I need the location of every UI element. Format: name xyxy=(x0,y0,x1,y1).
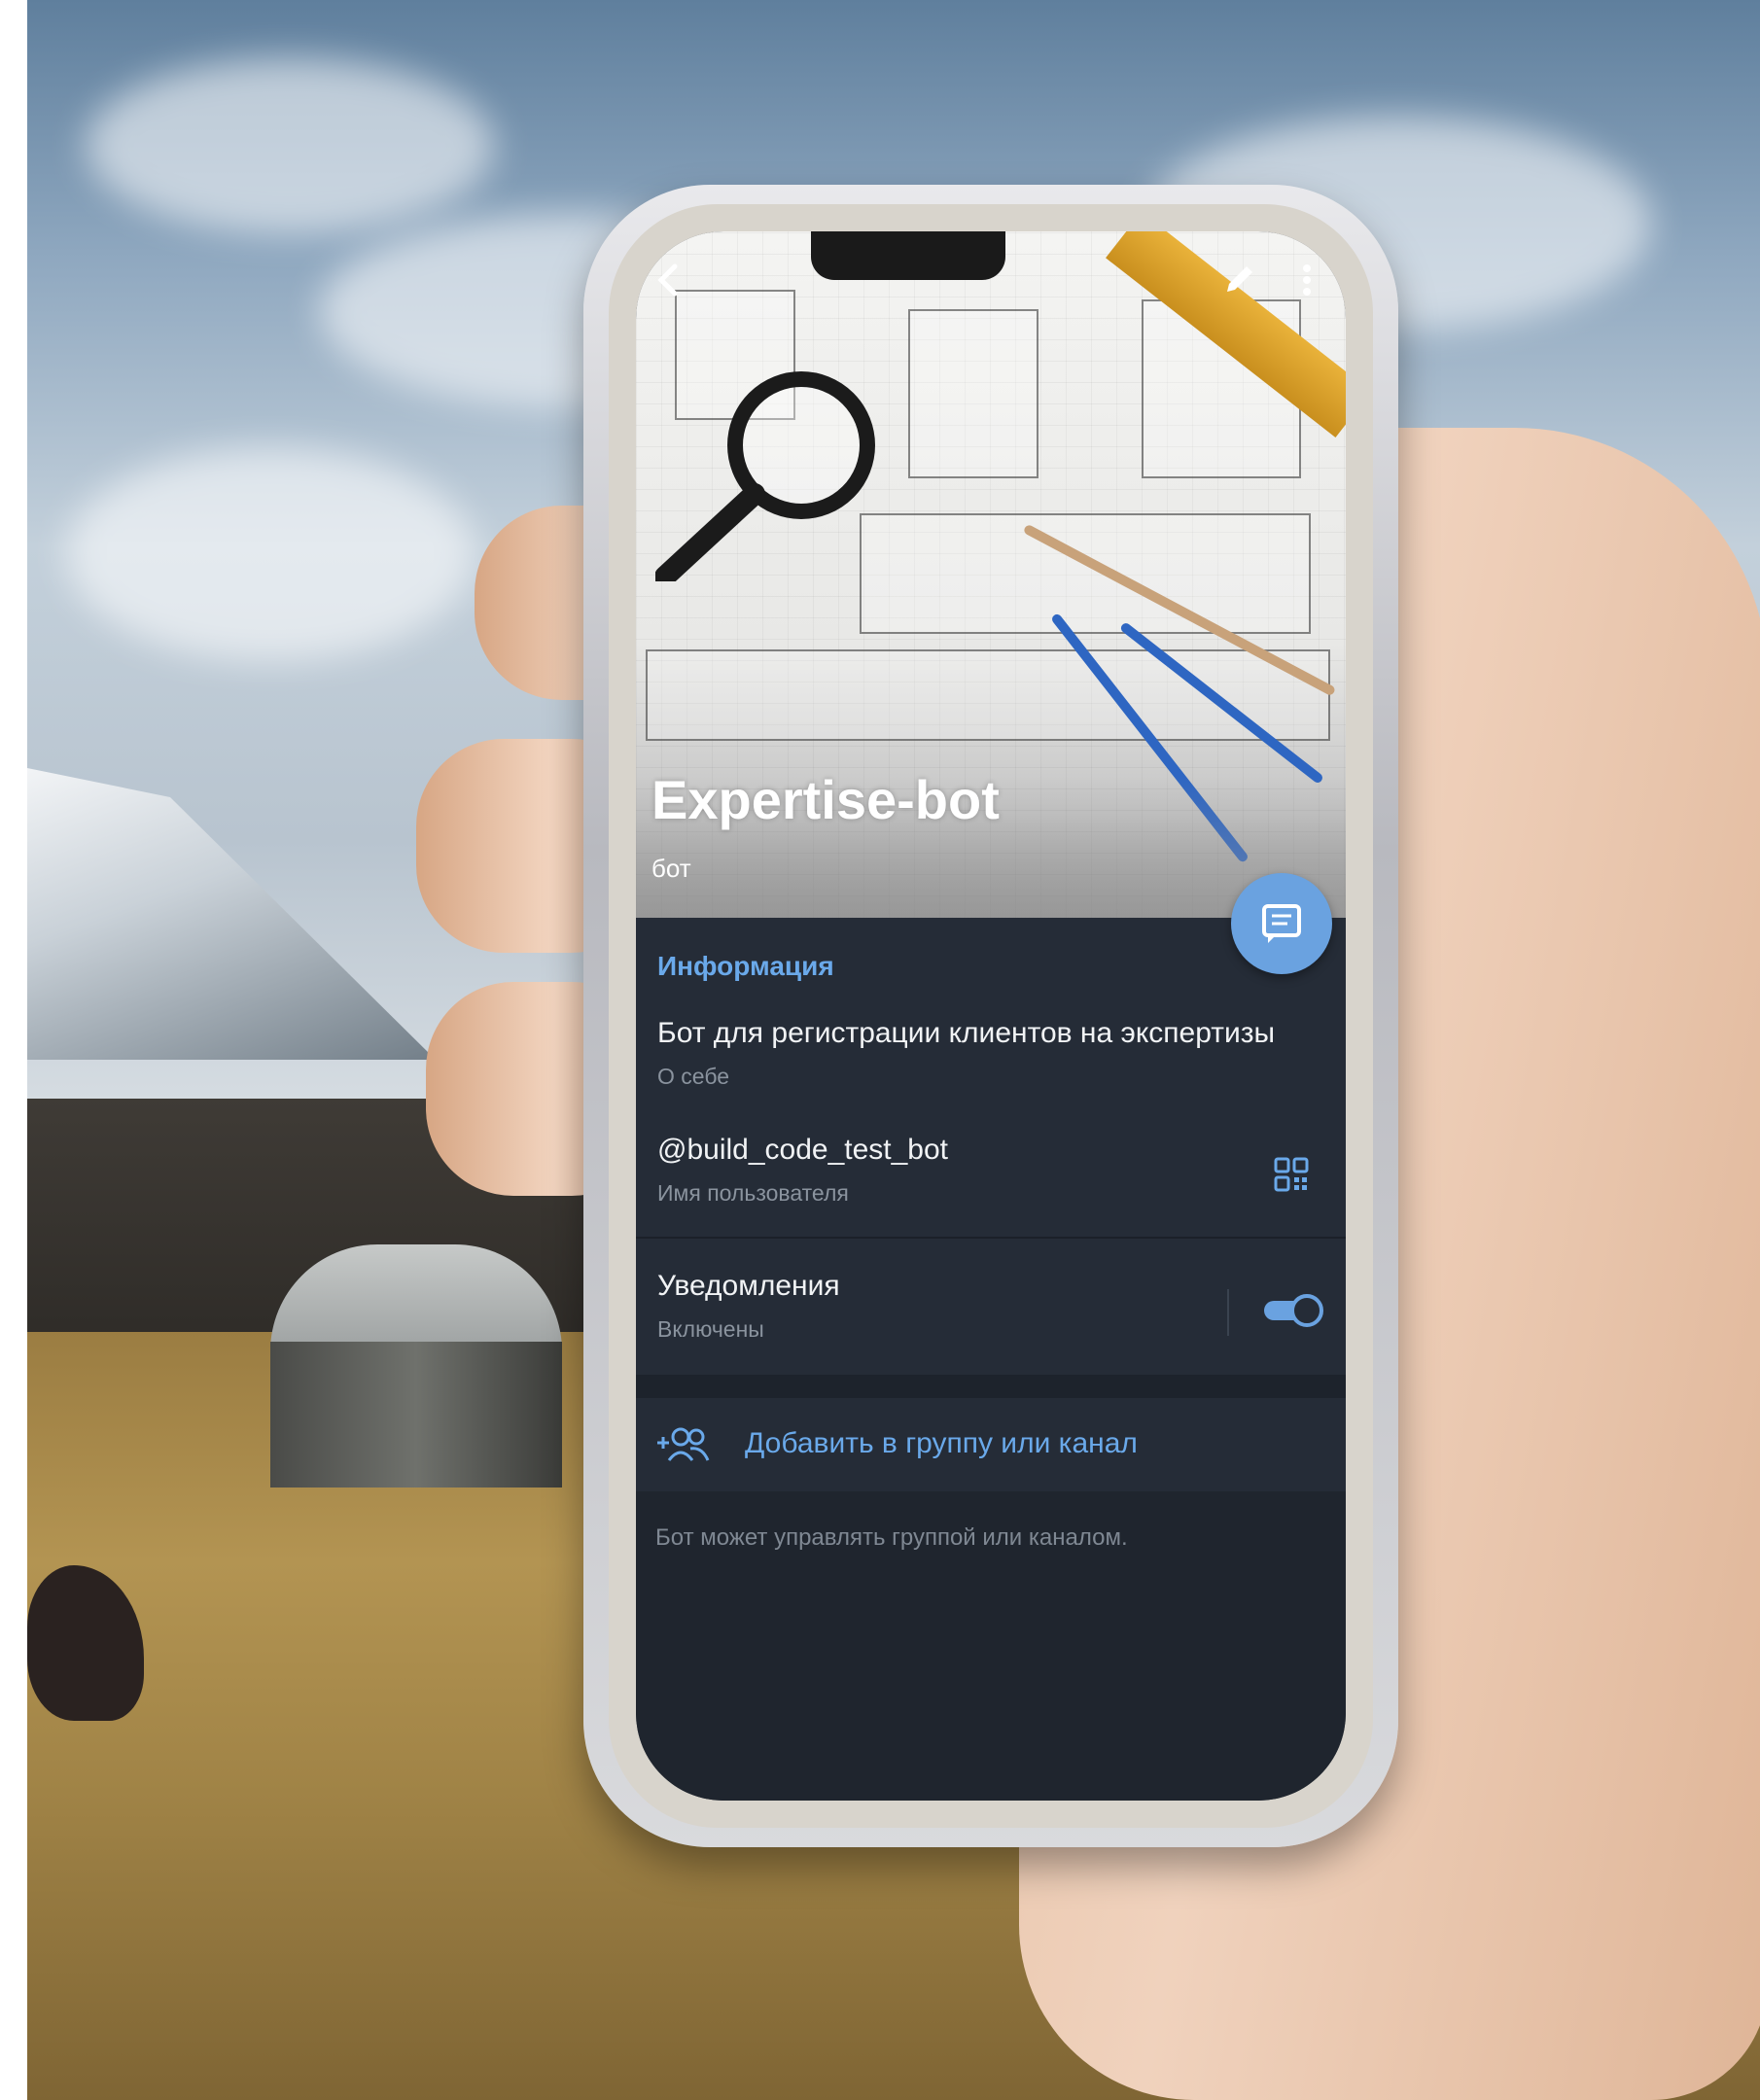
notifications-status: Включены xyxy=(657,1316,764,1342)
about-value[interactable]: Бот для регистрации клиентов на эксперти… xyxy=(657,1017,1275,1050)
app-screen: Expertise-bot бот Информация Бот для рег… xyxy=(636,231,1346,1801)
message-icon xyxy=(1262,904,1301,943)
profile-type: бот xyxy=(651,854,691,883)
section-title: Информация xyxy=(657,951,834,981)
background-photo: Expertise-bot бот Информация Бот для рег… xyxy=(27,0,1760,2100)
qr-code-icon[interactable] xyxy=(1274,1157,1309,1192)
notifications-title: Уведомления xyxy=(657,1270,840,1302)
mountain xyxy=(27,768,436,1060)
magnifier-image xyxy=(655,371,875,581)
camera-notch xyxy=(811,231,1005,280)
notifications-toggle[interactable] xyxy=(1262,1293,1324,1328)
add-to-group-button[interactable]: Добавить в группу или канал xyxy=(636,1398,1346,1491)
username-label: Имя пользователя xyxy=(657,1180,849,1206)
pencil-icon[interactable] xyxy=(1219,261,1258,309)
more-vertical-icon[interactable] xyxy=(1297,261,1317,309)
about-label: О себе xyxy=(657,1064,730,1089)
phone: Expertise-bot бот Информация Бот для рег… xyxy=(583,185,1398,1847)
profile-name: Expertise-bot xyxy=(651,769,1000,830)
yurt xyxy=(270,1244,562,1488)
footer-note: Бот может управлять группой или каналом. xyxy=(655,1524,1128,1551)
add-users-icon xyxy=(657,1427,710,1461)
username-value[interactable]: @build_code_test_bot xyxy=(657,1134,948,1167)
back-arrow-icon[interactable] xyxy=(650,261,688,309)
send-message-button[interactable] xyxy=(1231,873,1332,974)
add-to-group-label: Добавить в группу или канал xyxy=(745,1427,1138,1459)
info-section: Информация Бот для регистрации клиентов … xyxy=(636,918,1346,1375)
